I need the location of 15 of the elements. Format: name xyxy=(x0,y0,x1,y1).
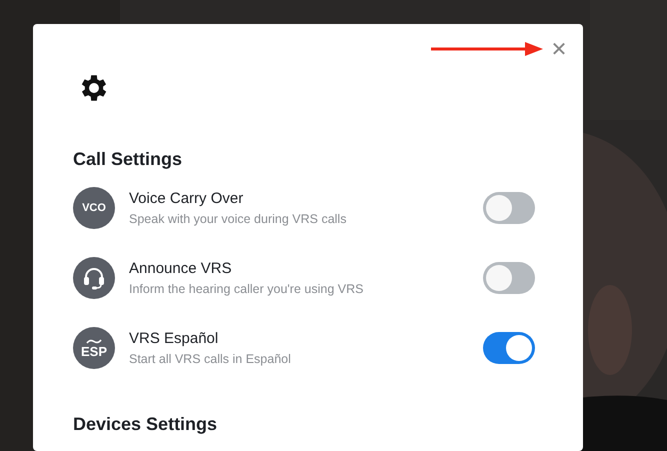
toggle-switch[interactable] xyxy=(483,192,535,224)
setting-label: Voice Carry Over xyxy=(129,190,244,207)
setting-label: Announce VRS xyxy=(129,260,232,277)
toggle-switch[interactable] xyxy=(483,332,535,364)
section-heading: Call Settings xyxy=(73,149,182,170)
toggle-switch[interactable] xyxy=(483,262,535,294)
headset-icon xyxy=(73,257,115,299)
esp-icon: ESP xyxy=(73,327,115,369)
close-button[interactable]: ✕ xyxy=(549,38,569,60)
setting-label: VRS Español xyxy=(129,330,218,347)
setting-description: Inform the hearing caller you're using VRS xyxy=(129,282,364,296)
vco-icon: VCO xyxy=(73,187,115,229)
section-heading: Devices Settings xyxy=(73,414,218,435)
setting-description: Speak with your voice during VRS calls xyxy=(129,212,346,226)
setting-description: Start all VRS calls in Español xyxy=(129,352,291,366)
